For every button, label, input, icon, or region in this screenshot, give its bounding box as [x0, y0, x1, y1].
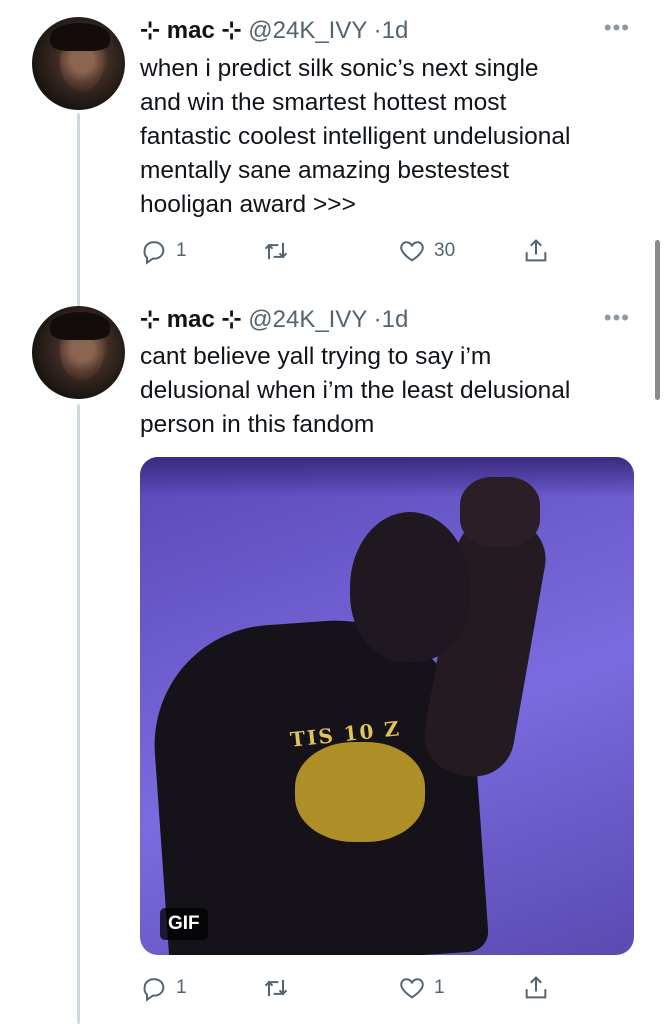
avatar[interactable]: [32, 306, 125, 399]
user-handle[interactable]: @24K_IVY: [248, 306, 367, 333]
media-background: [140, 457, 634, 497]
tweet-actions: 1 30: [140, 235, 620, 267]
gif-media[interactable]: TIS 10 Z GIF: [140, 457, 634, 955]
like-icon: [398, 974, 426, 1002]
display-name[interactable]: ⊹ mac ⊹: [140, 17, 242, 44]
reply-count: 1: [176, 240, 187, 261]
display-name[interactable]: ⊹ mac ⊹: [140, 306, 242, 333]
retweet-button[interactable]: [262, 235, 298, 267]
tweet-text: cant believe yall trying to say i’m delu…: [140, 343, 571, 438]
reply-button[interactable]: 1: [140, 972, 187, 1004]
share-button[interactable]: [522, 972, 550, 1004]
shirt-print: [295, 742, 425, 842]
reply-icon: [140, 237, 168, 265]
reply-count: 1: [176, 977, 187, 998]
scrollbar[interactable]: [655, 240, 660, 400]
reply-button[interactable]: 1: [140, 235, 187, 267]
like-count: 1: [434, 977, 445, 998]
share-icon: [522, 974, 550, 1002]
timestamp[interactable]: 1d: [382, 17, 409, 44]
tweet-actions: 1 1: [140, 972, 620, 1004]
person-head: [350, 512, 470, 662]
retweet-icon: [262, 237, 290, 265]
like-count: 30: [434, 240, 456, 261]
retweet-icon: [262, 974, 290, 1002]
more-icon[interactable]: •••: [604, 17, 630, 39]
like-icon: [398, 237, 426, 265]
person-hand: [460, 477, 540, 547]
tweet-header: ⊹ mac ⊹ @24K_IVY ·1d: [140, 17, 408, 45]
like-button[interactable]: 1: [398, 972, 445, 1004]
avatar[interactable]: [32, 17, 125, 110]
reply-icon: [140, 974, 168, 1002]
timestamp[interactable]: 1d: [382, 306, 409, 333]
tweet-text: when i predict silk sonic’s next single …: [140, 55, 571, 218]
separator: ·: [373, 306, 382, 333]
tweet[interactable]: ⊹ mac ⊹ @24K_IVY ·1d ••• cant believe ya…: [0, 292, 666, 1024]
more-icon[interactable]: •••: [604, 307, 630, 329]
tweet[interactable]: ⊹ mac ⊹ @24K_IVY ·1d ••• when i predict …: [0, 0, 666, 292]
tweet-header: ⊹ mac ⊹ @24K_IVY ·1d: [140, 306, 408, 334]
gif-badge: GIF: [160, 908, 208, 940]
like-button[interactable]: 30: [398, 235, 455, 267]
user-handle[interactable]: @24K_IVY: [248, 17, 367, 44]
separator: ·: [373, 17, 382, 44]
share-icon: [522, 237, 550, 265]
share-button[interactable]: [522, 235, 550, 267]
retweet-button[interactable]: [262, 972, 298, 1004]
